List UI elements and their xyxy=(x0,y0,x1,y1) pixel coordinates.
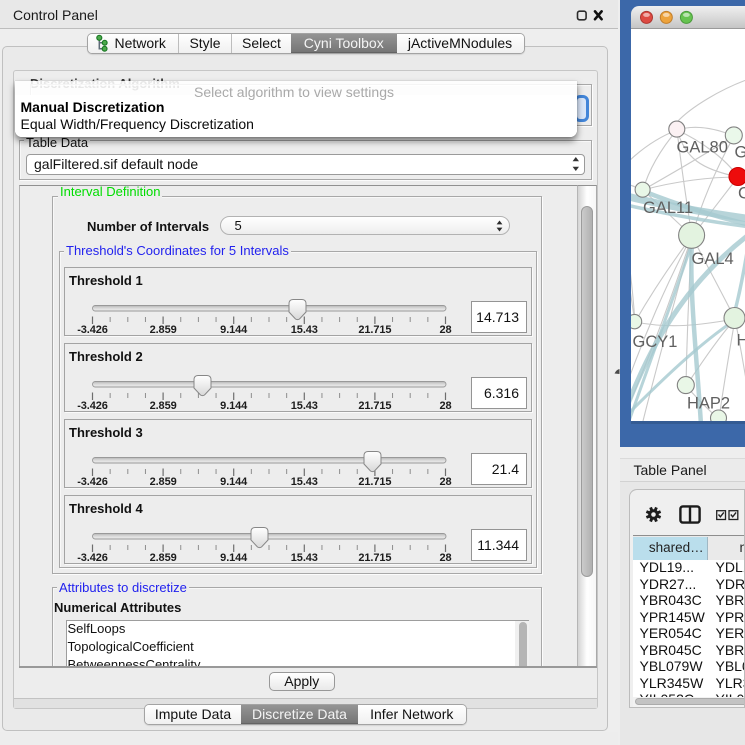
svg-text:GAL: GAL xyxy=(734,143,745,161)
svg-text:GAL11: GAL11 xyxy=(643,199,693,217)
svg-text:HAP2: HAP2 xyxy=(687,394,730,412)
svg-text:CY: CY xyxy=(738,184,745,202)
svg-text:GAL80: GAL80 xyxy=(676,138,727,156)
svg-text:GAL4: GAL4 xyxy=(691,250,733,268)
svg-text:HS: HS xyxy=(736,331,745,349)
svg-text:GCY1: GCY1 xyxy=(632,333,677,351)
